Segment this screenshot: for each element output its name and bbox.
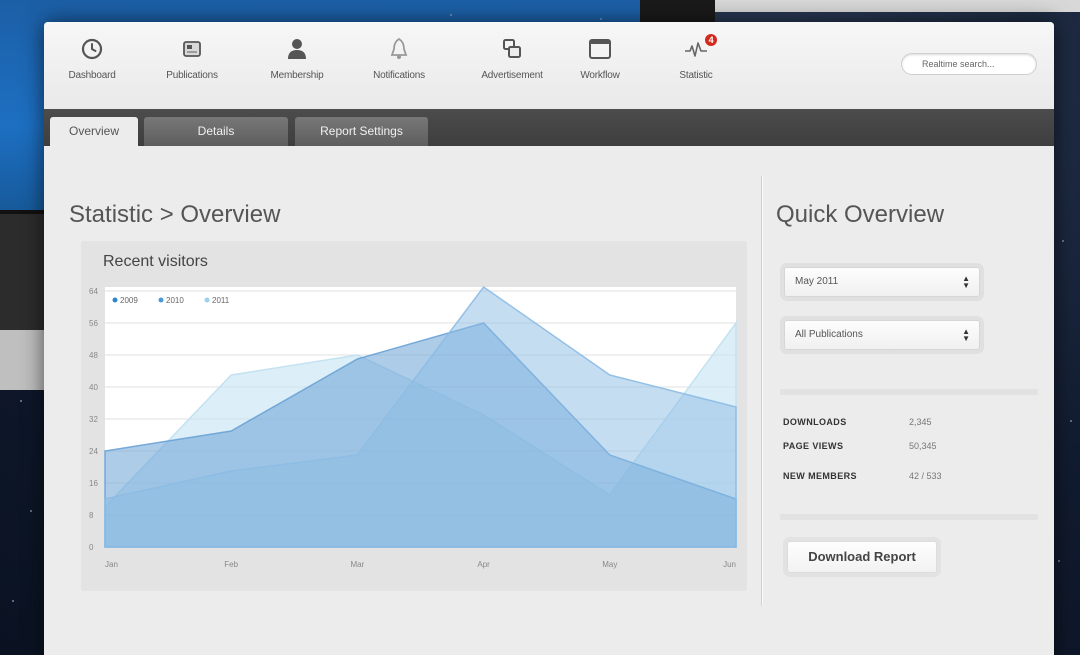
nav-item-publications[interactable]: Publications [147, 36, 237, 81]
stat-value-downloads: 2,345 [909, 417, 932, 427]
x-tick-label: Jan [105, 560, 118, 569]
nav-label: Statistic [679, 70, 713, 81]
divider [761, 176, 762, 606]
chart-panel: Recent visitors 0 8 16 24 32 40 48 56 64 Jan Feb Ma… [81, 241, 747, 591]
stat-label-new-members: NEW MEMBERS [783, 471, 857, 481]
nav-item-notifications[interactable]: Notifications [354, 36, 444, 81]
y-tick-label: 56 [89, 319, 98, 328]
select-arrows-icon: ▲ ▼ [962, 274, 970, 290]
x-tick-label: Mar [351, 560, 365, 569]
stat-label-downloads: DOWNLOADS [783, 417, 847, 427]
nav-label: Workflow [580, 70, 620, 81]
nav-item-statistic[interactable]: 4 Statistic [651, 32, 741, 81]
tab-report-settings[interactable]: Report Settings [295, 117, 428, 146]
x-tick-label: May [602, 560, 617, 569]
nav-item-dashboard[interactable]: Dashboard [47, 36, 137, 81]
window-icon [587, 36, 613, 62]
separator [780, 389, 1038, 395]
legend-label: 2010 [166, 296, 184, 305]
clock-icon [79, 36, 105, 62]
x-tick-label: Jun [723, 560, 736, 569]
legend-marker [158, 297, 164, 303]
nav-item-workflow[interactable]: Workflow [555, 36, 645, 81]
pulse-icon: 4 [683, 32, 719, 62]
legend-marker [204, 297, 210, 303]
legend-label: 2009 [120, 296, 138, 305]
y-tick-label: 40 [89, 383, 98, 392]
windows-icon [499, 36, 525, 62]
stat-value-page-views: 50,345 [909, 441, 937, 451]
month-select-value: May 2011 [795, 276, 839, 287]
select-arrows-icon: ▲ ▼ [962, 327, 970, 343]
separator [780, 514, 1038, 520]
nav-label: Dashboard [68, 70, 116, 81]
content-area: Statistic > Overview Recent visitors 081… [44, 146, 1054, 655]
y-tick-label: 16 [89, 479, 98, 488]
x-tick-label: Feb [224, 560, 238, 569]
stat-label-page-views: PAGE VIEWS [783, 441, 844, 451]
main-toolbar: Dashboard Publications Membership Notifi… [44, 22, 1054, 109]
publication-icon [179, 36, 205, 62]
publication-select[interactable]: All Publications ▲ ▼ [784, 320, 980, 350]
x-tick-label: Apr [477, 560, 490, 569]
y-tick-label: 32 [89, 415, 98, 424]
nav-item-advertisement[interactable]: Advertisement [467, 36, 557, 81]
legend-label: 2011 [212, 296, 230, 305]
notification-badge: 4 [703, 32, 719, 48]
y-tick-label: 0 [89, 543, 94, 552]
search-input[interactable]: Realtime search... [901, 53, 1037, 75]
app-window: Dashboard Publications Membership Notifi… [44, 22, 1054, 655]
tab-bar: Overview Details Report Settings [44, 109, 1054, 146]
sidebar-title: Quick Overview [776, 201, 945, 228]
publication-select-value: All Publications [795, 329, 863, 340]
y-tick-label: 64 [89, 287, 98, 296]
y-tick-label: 8 [89, 511, 94, 520]
background-window [0, 330, 45, 390]
bell-icon [386, 36, 412, 62]
y-tick-label: 48 [89, 351, 98, 360]
visitors-chart: 0 8 16 24 32 40 48 56 64 Jan Feb Mar Apr May Jun 2009 20… [89, 285, 737, 569]
page-title: Statistic > Overview [69, 201, 281, 228]
nav-label: Publications [166, 70, 218, 81]
legend-marker [112, 297, 118, 303]
stat-value-new-members: 42 / 533 [909, 471, 942, 481]
nav-label: Advertisement [481, 70, 543, 81]
background-window [715, 0, 1080, 12]
tab-overview[interactable]: Overview [50, 117, 138, 146]
month-select[interactable]: May 2011 ▲ ▼ [784, 267, 980, 297]
download-report-button[interactable]: Download Report [787, 541, 937, 573]
user-icon [284, 36, 310, 62]
tab-details[interactable]: Details [144, 117, 288, 146]
nav-label: Notifications [373, 70, 425, 81]
nav-label: Membership [270, 70, 324, 81]
y-tick-label: 24 [89, 447, 98, 456]
nav-item-membership[interactable]: Membership [252, 36, 342, 81]
background-window [0, 210, 45, 330]
